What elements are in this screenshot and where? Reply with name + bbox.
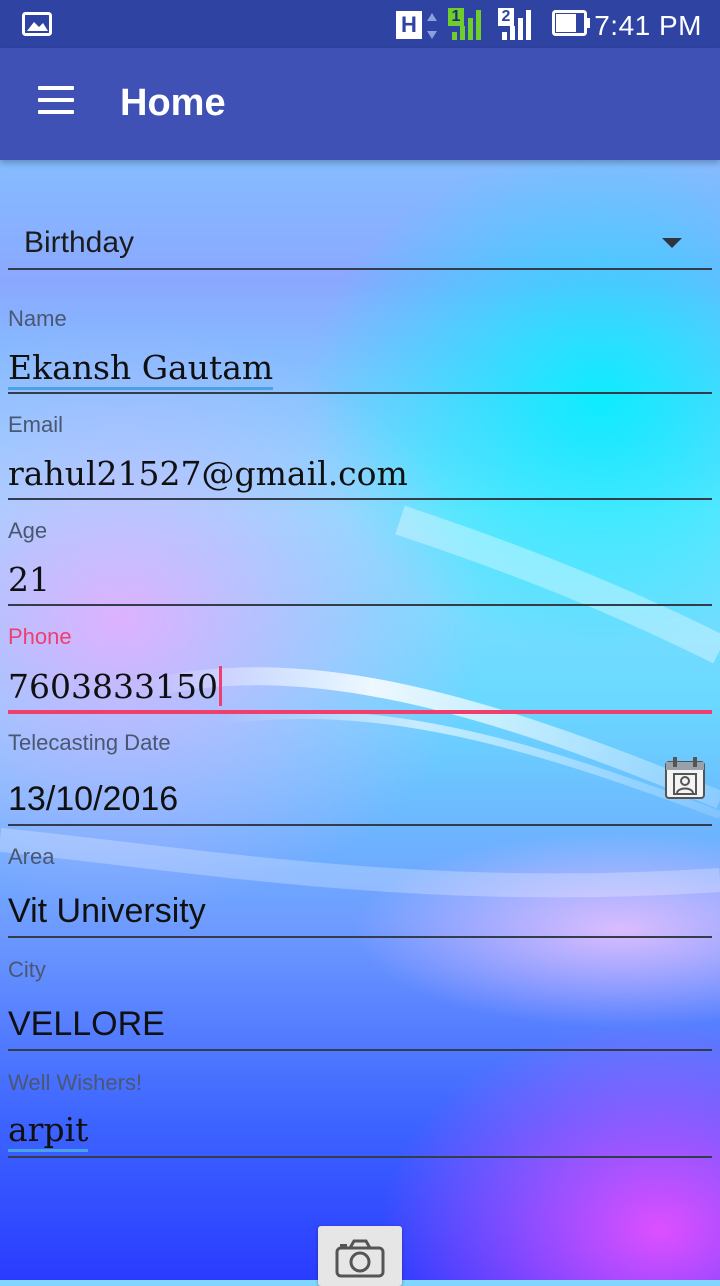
age-field[interactable]: Age 21 bbox=[8, 516, 712, 608]
hamburger-menu-icon[interactable] bbox=[38, 86, 74, 118]
telecasting-date-label: Telecasting Date bbox=[8, 730, 171, 755]
email-input[interactable]: rahul21527@gmail.com bbox=[8, 454, 408, 493]
city-label: City bbox=[8, 957, 46, 982]
well-wishers-label: Well Wishers! bbox=[8, 1070, 143, 1095]
city-underline bbox=[8, 1049, 712, 1051]
name-input[interactable]: Ekansh Gautam bbox=[8, 348, 274, 390]
dropdown-arrow-icon bbox=[662, 238, 682, 248]
phone-label: Phone bbox=[8, 624, 72, 649]
well-wishers-underline bbox=[8, 1156, 712, 1158]
text-cursor bbox=[218, 666, 222, 706]
area-field[interactable]: Area Vit University bbox=[8, 842, 712, 940]
area-input[interactable]: Vit University bbox=[8, 892, 206, 931]
area-label: Area bbox=[8, 844, 55, 869]
camera-button[interactable] bbox=[318, 1226, 402, 1286]
battery-icon bbox=[552, 9, 592, 42]
calendar-icon[interactable] bbox=[664, 754, 706, 805]
signal-sim2-icon: 2 bbox=[496, 8, 536, 42]
name-field[interactable]: Name Ekansh Gautam bbox=[8, 304, 712, 396]
app-bar: Home bbox=[0, 48, 720, 160]
email-underline bbox=[8, 498, 712, 500]
area-underline bbox=[8, 936, 712, 938]
signal-sim1-icon: 1 bbox=[446, 8, 486, 42]
age-input[interactable]: 21 bbox=[8, 560, 50, 599]
email-label: Email bbox=[8, 412, 64, 437]
email-field[interactable]: Email rahul21527@gmail.com bbox=[8, 410, 712, 502]
name-underline bbox=[8, 392, 712, 394]
camera-icon bbox=[335, 1239, 385, 1278]
telecasting-date-field[interactable]: Telecasting Date 13/10/2016 bbox=[8, 728, 712, 828]
status-bar: H 1 2 7:41 PM bbox=[0, 0, 720, 48]
phone-field[interactable]: Phone 7603833150 bbox=[8, 622, 712, 716]
telecasting-date-underline bbox=[8, 824, 712, 826]
phone-input[interactable]: 7603833150 bbox=[8, 666, 222, 706]
well-wishers-field[interactable]: Well Wishers! arpit bbox=[8, 1068, 712, 1160]
city-input[interactable]: VELLORE bbox=[8, 1005, 165, 1044]
occasion-dropdown[interactable]: Birthday bbox=[8, 212, 712, 270]
occasion-selected-value: Birthday bbox=[24, 226, 135, 259]
gallery-notification-icon bbox=[22, 12, 52, 41]
name-label: Name bbox=[8, 306, 67, 331]
well-wishers-input[interactable]: arpit bbox=[8, 1110, 89, 1152]
city-field[interactable]: City VELLORE bbox=[8, 955, 712, 1053]
telecasting-date-value[interactable]: 13/10/2016 bbox=[8, 780, 178, 819]
status-time: 7:41 PM bbox=[594, 10, 702, 41]
network-type-icon: H bbox=[396, 9, 437, 41]
age-label: Age bbox=[8, 518, 48, 543]
page-title: Home bbox=[120, 82, 226, 124]
phone-underline bbox=[8, 710, 712, 714]
age-underline bbox=[8, 604, 712, 606]
